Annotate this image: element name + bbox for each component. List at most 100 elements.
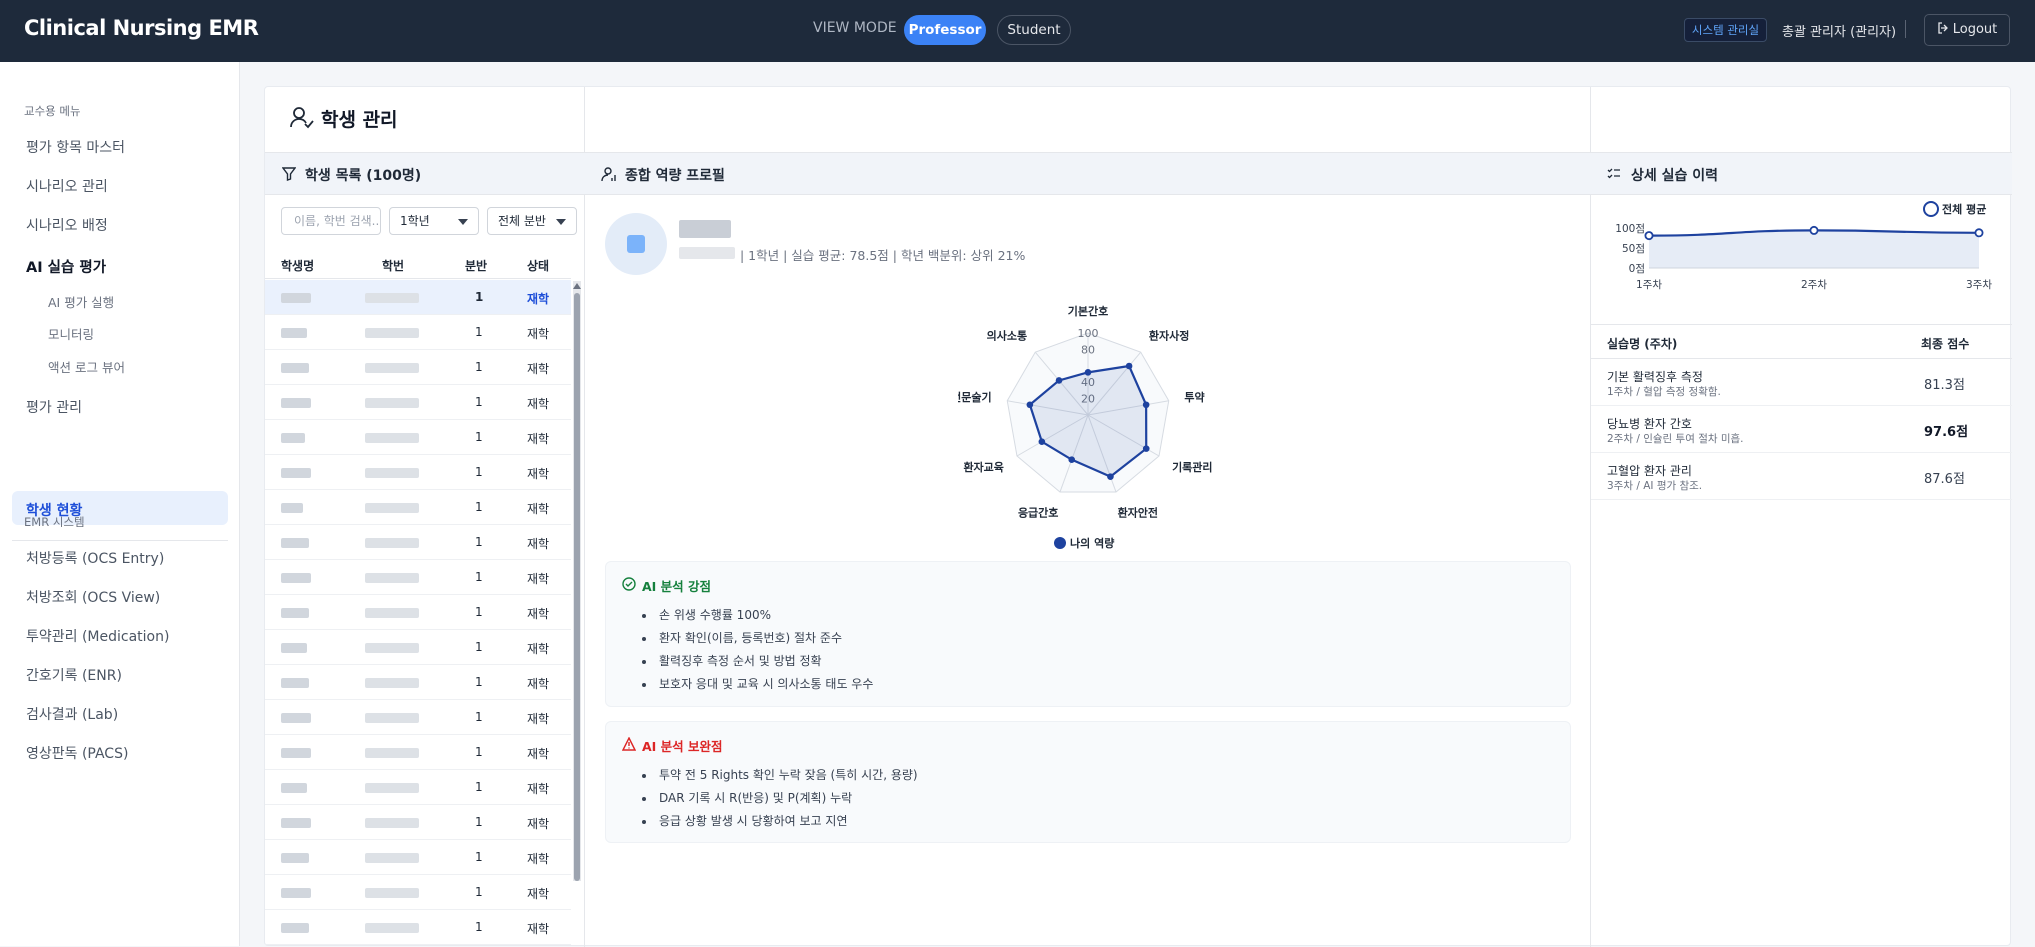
class-select[interactable]: 전체 분반 — [487, 207, 577, 235]
table-row[interactable]: 1 재학 — [265, 910, 571, 945]
scroll-up-icon[interactable] — [573, 283, 581, 289]
line-point[interactable] — [1974, 228, 1984, 238]
status-cell: 재학 — [527, 327, 550, 341]
list-item: DAR 기록 시 R(반응) 및 P(계획) 누락 — [642, 789, 918, 812]
table-row[interactable]: 1 재학 — [265, 875, 571, 910]
sidebar-item-medication[interactable]: 투약관리 (Medication) — [26, 626, 169, 646]
status-cell: 재학 — [527, 677, 550, 691]
sidebar-item-eval-manage[interactable]: 평가 관리 — [26, 397, 82, 417]
col-final-score: 최종 점수 — [1921, 337, 1970, 351]
sidebar-item-eval-master[interactable]: 평가 항목 마스터 — [26, 137, 125, 157]
radar-point[interactable] — [1084, 369, 1092, 376]
sidebar-item-monitoring[interactable]: 모니터링 — [48, 324, 94, 343]
table-row[interactable]: 1 재학 — [265, 280, 571, 315]
sidebar-item-ai-run[interactable]: AI 평가 실행 — [48, 292, 114, 311]
sidebar-item-ocs-entry[interactable]: 처방등록 (OCS Entry) — [26, 548, 164, 568]
class-cell: 1 — [475, 815, 483, 829]
table-row[interactable]: 1 재학 — [265, 630, 571, 665]
table-row[interactable]: 1 재학 — [265, 665, 571, 700]
sidebar-item-enr[interactable]: 간호기록 (ENR) — [26, 665, 122, 685]
history-row[interactable]: 당뇨병 환자 간호 2주차 / 인슐린 투여 절차 미흡. 97.6점 — [1591, 406, 2012, 453]
table-row[interactable]: 1 재학 — [265, 595, 571, 630]
status-cell: 재학 — [527, 537, 550, 551]
table-row[interactable]: 1 재학 — [265, 735, 571, 770]
system-admin-badge[interactable]: 시스템 관리실 — [1684, 18, 1767, 42]
sidebar: 교수용 메뉴 평가 항목 마스터 시나리오 관리 시나리오 배정 AI 실습 평… — [0, 62, 240, 946]
class-cell: 1 — [475, 535, 483, 549]
history-row[interactable]: 기본 활력징후 측정 1주차 / 혈압 측정 정확함. 81.3점 — [1591, 359, 2012, 406]
radar-point[interactable] — [1107, 473, 1114, 480]
sidebar-item-ocs-view[interactable]: 처방조회 (OCS View) — [26, 587, 160, 607]
col-name[interactable]: 학생명 — [281, 257, 314, 274]
student-id-cell — [365, 783, 419, 793]
line-point[interactable] — [1809, 225, 1819, 235]
student-name-cell — [281, 608, 309, 618]
table-row[interactable]: 1 재학 — [265, 455, 571, 490]
y-tick-label: 100점 — [1615, 223, 1645, 235]
table-row[interactable]: 1 재학 — [265, 840, 571, 875]
list-item: 활력징후 측정 순서 및 방법 정확 — [642, 652, 873, 675]
col-class[interactable]: 분반 — [465, 257, 487, 274]
radar-point[interactable] — [1055, 377, 1063, 384]
line-point[interactable] — [1644, 231, 1654, 241]
class-cell: 1 — [475, 640, 483, 654]
sidebar-item-scenario-manage[interactable]: 시나리오 관리 — [26, 176, 108, 196]
sidebar-item-pacs[interactable]: 영상판독 (PACS) — [26, 743, 128, 763]
radar-point[interactable] — [1142, 401, 1150, 409]
student-id-cell — [365, 573, 419, 583]
student-name-cell — [281, 398, 311, 408]
radar-point[interactable] — [1125, 362, 1133, 370]
table-row[interactable]: 1 재학 — [265, 385, 571, 420]
class-cell: 1 — [475, 395, 483, 409]
emr-section-title: EMR 시스템 — [24, 515, 85, 529]
list-scrollbar-thumb[interactable] — [574, 293, 580, 881]
radar-point[interactable] — [1038, 438, 1046, 445]
student-id-cell — [365, 433, 419, 443]
table-row[interactable]: 1 재학 — [265, 490, 571, 525]
table-row[interactable]: 1 재학 — [265, 420, 571, 455]
status-cell: 재학 — [527, 747, 550, 761]
col-status[interactable]: 상태 — [527, 257, 549, 274]
student-search-input[interactable]: 이름, 학번 검색.. — [281, 207, 381, 235]
student-name-cell — [281, 328, 307, 338]
history-table-header: 실습명 (주차) 최종 점수 — [1591, 325, 2012, 359]
table-row[interactable]: 1 재학 — [265, 350, 571, 385]
col-id[interactable]: 학번 — [382, 257, 404, 274]
table-row[interactable]: 1 재학 — [265, 315, 571, 350]
class-cell: 1 — [475, 850, 483, 864]
table-row[interactable]: 1 재학 — [265, 700, 571, 735]
class-cell: 1 — [475, 780, 483, 794]
radar-point[interactable] — [1068, 456, 1076, 463]
profile-panel: 종합 역량 프로필 | 1학년 | 실습 평균: 78.5점 | 학년 백분위:… — [585, 87, 1591, 947]
class-cell: 1 — [475, 745, 483, 759]
sidebar-item-lab[interactable]: 검사결과 (Lab) — [26, 704, 118, 724]
view-mode-label: VIEW MODE — [813, 20, 897, 36]
y-tick-label: 50점 — [1622, 243, 1645, 255]
professor-mode-button[interactable]: Professor — [904, 15, 986, 45]
history-row[interactable]: 고혈압 환자 관리 3주차 / AI 평가 참조. 87.6점 — [1591, 453, 2012, 500]
practice-note: 2주차 / 인슐린 투여 절차 미흡. — [1607, 433, 1744, 445]
table-row[interactable]: 1 재학 — [265, 770, 571, 805]
logout-button[interactable]: Logout — [1924, 14, 2010, 46]
status-cell: 재학 — [527, 607, 550, 621]
table-row[interactable]: 1 재학 — [265, 805, 571, 840]
sidebar-item-scenario-assign[interactable]: 시나리오 배정 — [26, 215, 108, 235]
student-name-cell — [281, 468, 311, 478]
student-mode-button[interactable]: Student — [997, 15, 1071, 45]
sidebar-item-action-log[interactable]: 액션 로그 뷰어 — [48, 357, 125, 376]
student-name-cell — [281, 923, 309, 933]
radar-point[interactable] — [1026, 401, 1034, 409]
avatar — [605, 213, 667, 275]
student-name-cell — [281, 643, 307, 653]
logout-icon — [1938, 22, 1948, 34]
legend-swatch — [1923, 201, 1939, 217]
table-row[interactable]: 1 재학 — [265, 525, 571, 560]
list-item: 손 위생 수행률 100% — [642, 606, 873, 629]
sidebar-item-ai-eval[interactable]: AI 실습 평가 — [26, 256, 106, 277]
list-item: 투약 전 5 Rights 확인 누락 잦음 (특히 시간, 용량) — [642, 766, 918, 789]
avatar-image — [627, 235, 645, 253]
radar-point[interactable] — [1142, 445, 1150, 452]
year-select[interactable]: 1학년 — [389, 207, 479, 235]
student-id-cell — [365, 538, 419, 548]
table-row[interactable]: 1 재학 — [265, 560, 571, 595]
